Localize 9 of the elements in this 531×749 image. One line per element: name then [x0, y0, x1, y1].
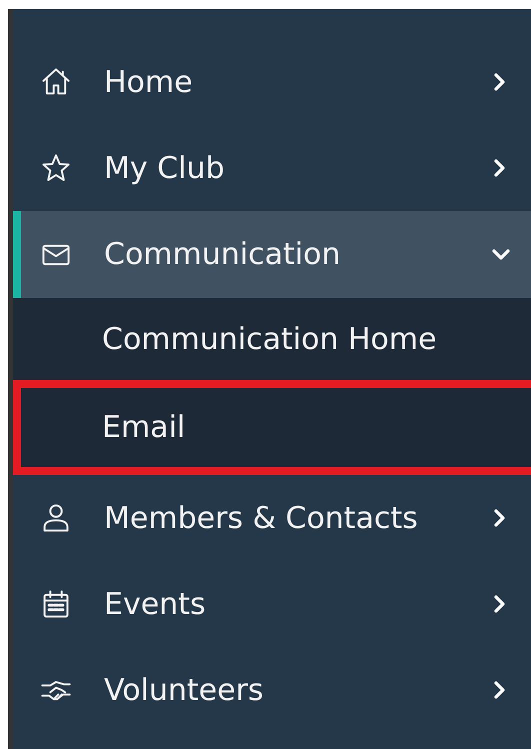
star-icon — [40, 152, 72, 184]
menu-item[interactable]: Events — [13, 561, 531, 647]
menu-item[interactable]: Members & Contacts — [13, 475, 531, 561]
submenu-item[interactable]: Communication Home — [13, 298, 531, 380]
menu-item[interactable]: Communication — [13, 211, 531, 298]
menu-item[interactable]: My Club — [13, 125, 531, 211]
menu-item[interactable]: Volunteers — [13, 647, 531, 733]
menu-item[interactable]: Home — [13, 39, 531, 125]
submenu-item[interactable]: Email — [13, 380, 531, 475]
